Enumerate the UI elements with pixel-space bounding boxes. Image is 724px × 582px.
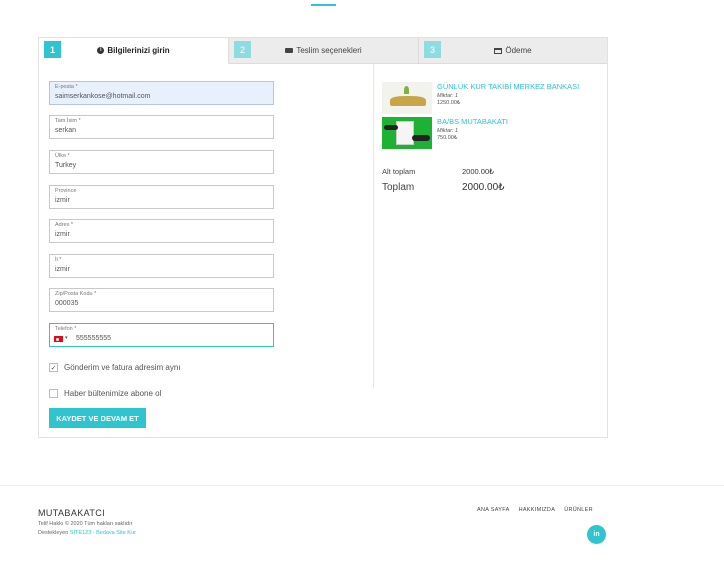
tab-step-2[interactable]: 2 Teslim seçenekleri xyxy=(229,38,419,64)
tab-label: Bilgilerinizi girin xyxy=(107,46,170,55)
turkey-flag-icon[interactable] xyxy=(54,336,63,342)
step-number: 1 xyxy=(44,41,61,58)
cart-item-name[interactable]: BA/BS MUTABAKATI xyxy=(437,117,508,126)
cart-item-price: 750.00₺ xyxy=(437,135,458,141)
cart-item: BA/BS MUTABAKATI Miktar: 1 750.00₺ xyxy=(382,117,602,151)
footer-copyright: Telif Hakkı © 2020 Tüm hakları saklıdır xyxy=(38,521,133,527)
zip-value: 000035 xyxy=(55,300,79,307)
column-divider xyxy=(373,64,374,388)
province-label: Province xyxy=(55,188,77,194)
info-circle-icon: i xyxy=(97,47,105,54)
cart-item-qty: Miktar: 1 xyxy=(437,128,459,134)
product-thumbnail[interactable] xyxy=(382,82,432,114)
province-value: izmir xyxy=(55,197,70,204)
city-field[interactable]: İl * izmir xyxy=(49,254,274,278)
address-value: izmir xyxy=(55,231,70,238)
same-address-checkbox-row[interactable]: ✓ Gönderim ve fatura adresim aynı xyxy=(49,363,181,372)
tab-step-1[interactable]: 1 i Bilgilerinizi girin xyxy=(39,38,229,64)
subtotal-value: 2000.00₺ xyxy=(462,167,494,176)
zip-label: Zip/Posta Kodu * xyxy=(55,291,97,297)
zip-field[interactable]: Zip/Posta Kodu * 000035 xyxy=(49,288,274,312)
powered-prefix: Destekleyen xyxy=(38,530,70,536)
tab-label: Ödeme xyxy=(505,46,532,55)
cart-item-qty: Miktar: 1 xyxy=(437,93,459,99)
save-and-continue-button[interactable]: KAYDET VE DEVAM ET xyxy=(49,408,146,428)
country-label: Ülke * xyxy=(55,153,70,159)
caret-down-icon[interactable]: ▾ xyxy=(65,335,68,341)
full-name-label: Tam İsim * xyxy=(55,118,81,124)
same-address-label: Gönderim ve fatura adresim aynı xyxy=(64,363,181,372)
total-value: 2000.00₺ xyxy=(462,182,505,193)
cart-item-name[interactable]: GÜNLÜK KUR TAKİBİ MERKEZ BANKASI xyxy=(437,82,579,91)
email-field[interactable]: E-posta * saimserkankose@hotmail.com xyxy=(49,81,274,105)
phone-field[interactable]: Telefon * ▾ 555555555 xyxy=(49,323,274,347)
email-value: saimserkankose@hotmail.com xyxy=(55,93,151,100)
tab-step-3[interactable]: 3 Ödeme xyxy=(419,38,607,64)
country-select[interactable]: Ülke * Turkey xyxy=(49,150,274,174)
province-field[interactable]: Province izmir xyxy=(49,185,274,209)
country-value: Turkey xyxy=(55,162,77,169)
phone-label: Telefon * xyxy=(55,326,77,332)
city-label: İl * xyxy=(55,257,62,263)
tab-label: Teslim seçenekleri xyxy=(296,46,362,55)
footer-nav-products[interactable]: ÜRÜNLER xyxy=(564,507,593,513)
truck-icon xyxy=(285,48,294,53)
total-label: Toplam xyxy=(382,182,415,193)
full-name-value: serkan xyxy=(55,127,77,134)
footer-nav: ANA SAYFA HAKKIMIZDA ÜRÜNLER xyxy=(477,507,593,513)
footer-powered-by: Destekleyen SITE123 - Bedava Site Kur xyxy=(38,530,136,536)
email-label: E-posta * xyxy=(55,84,78,90)
footer-brand[interactable]: MUTABAKATCI xyxy=(38,508,105,518)
city-value: izmir xyxy=(55,266,70,273)
cart-item: GÜNLÜK KUR TAKİBİ MERKEZ BANKASI Miktar:… xyxy=(382,82,602,116)
subtotal-row: Alt toplam 2000.00₺ xyxy=(382,167,494,176)
phone-value: 555555555 xyxy=(76,335,112,342)
linkedin-icon[interactable]: in xyxy=(587,525,606,544)
checkout-panel: 1 i Bilgilerinizi girin 2 Teslim seçenek… xyxy=(38,37,608,438)
address-label: Adres * xyxy=(55,222,74,228)
footer-divider xyxy=(0,485,724,486)
footer-nav-about[interactable]: HAKKIMIZDA xyxy=(519,507,556,513)
address-field[interactable]: Adres * izmir xyxy=(49,219,274,243)
newsletter-label: Haber bültenimize abone ol xyxy=(64,389,162,398)
newsletter-checkbox-row[interactable]: Haber bültenimize abone ol xyxy=(49,389,161,398)
step-number: 3 xyxy=(424,41,441,58)
top-accent-bar xyxy=(311,4,336,6)
checkbox-unchecked-icon[interactable] xyxy=(49,389,58,398)
product-thumbnail[interactable] xyxy=(382,117,432,149)
checkout-steps: 1 i Bilgilerinizi girin 2 Teslim seçenek… xyxy=(39,38,607,64)
subtotal-label: Alt toplam xyxy=(382,167,416,176)
credit-card-icon xyxy=(494,47,503,54)
footer-nav-home[interactable]: ANA SAYFA xyxy=(477,507,510,513)
full-name-field[interactable]: Tam İsim * serkan xyxy=(49,115,274,139)
powered-link[interactable]: SITE123 - Bedava Site Kur xyxy=(70,530,136,536)
cart-item-price: 1250.00₺ xyxy=(437,100,461,106)
step-number: 2 xyxy=(234,41,251,58)
total-row: Toplam 2000.00₺ xyxy=(382,182,505,193)
checkbox-checked-icon[interactable]: ✓ xyxy=(49,363,58,372)
